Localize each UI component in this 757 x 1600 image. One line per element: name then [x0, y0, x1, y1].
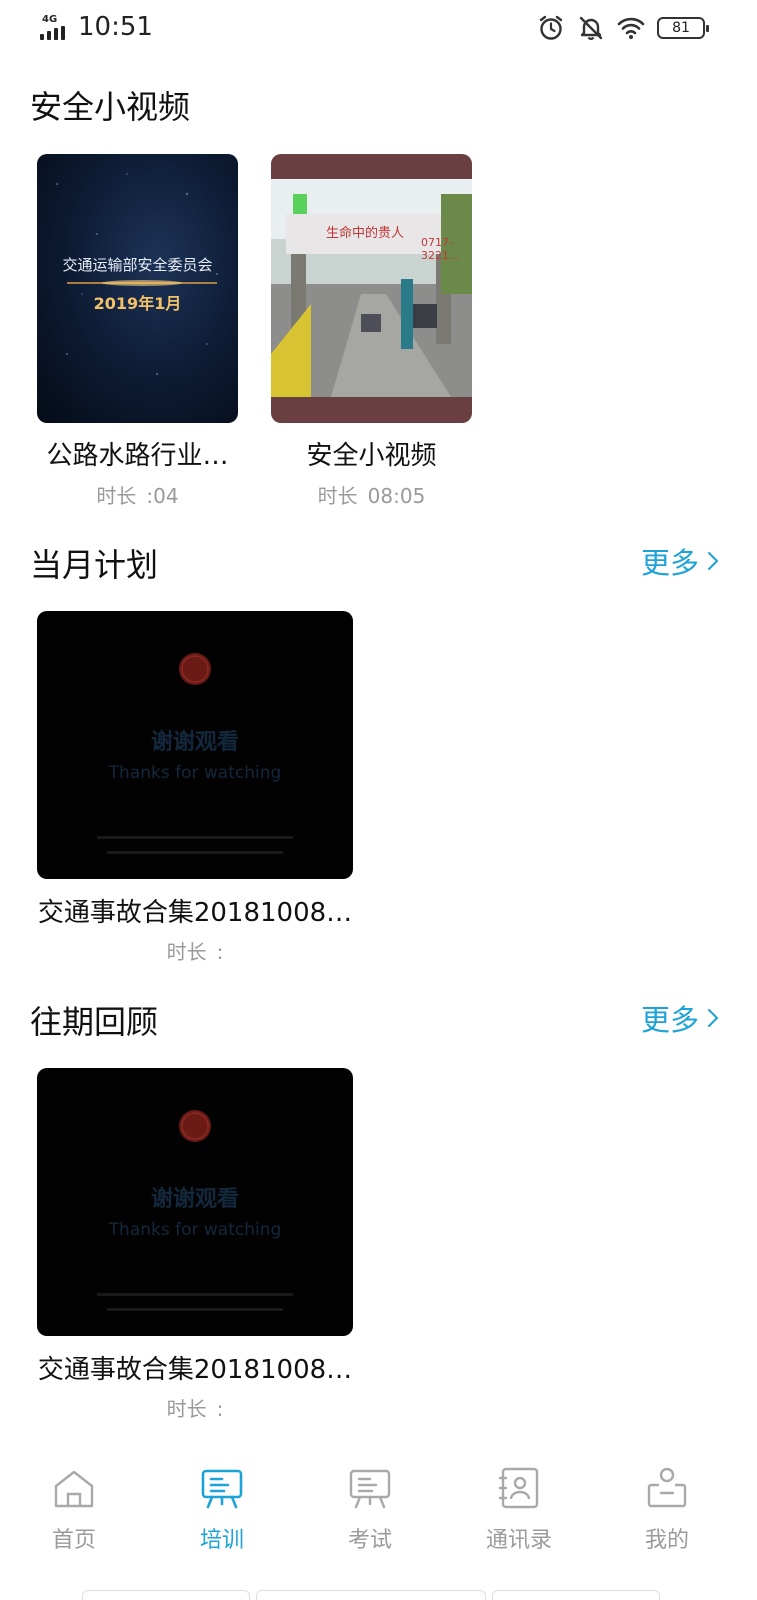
- nav-item-home[interactable]: 首页: [14, 1466, 134, 1554]
- video-thumbnail[interactable]: 生命中的贵人 0717-3221...: [271, 154, 472, 423]
- video-thumbnail-caption: 谢谢观看: [150, 730, 239, 755]
- exam-icon: [349, 1469, 391, 1509]
- video-thumbnail-date: 2019年1月: [93, 294, 182, 313]
- cellular-signal-icon: 4G: [40, 14, 72, 42]
- nav-label: 通讯录: [485, 1528, 552, 1553]
- more-label: 更多: [640, 546, 699, 580]
- video-thumbnail-caption: 谢谢观看: [150, 1187, 239, 1212]
- video-thumbnail[interactable]: 交通运输部安全委员会 2019年1月: [37, 154, 238, 423]
- system-bar-segment: [82, 1590, 250, 1600]
- nav-label: 首页: [51, 1528, 96, 1553]
- system-bar-segment: [492, 1590, 660, 1600]
- video-thumbnail-art: [56, 173, 218, 376]
- video-duration: 时长:04: [96, 484, 179, 508]
- status-bar: 4G 10:51 81: [0, 0, 757, 58]
- nav-item-profile[interactable]: 我的: [607, 1466, 727, 1554]
- home-icon: [54, 1470, 94, 1508]
- wifi-icon: [617, 17, 645, 39]
- video-duration: 时长:: [166, 1397, 224, 1421]
- more-link-monthly-plan[interactable]: 更多: [641, 540, 719, 582]
- video-thumbnail-subcaption: Thanks for watching: [108, 1220, 282, 1240]
- training-icon: [201, 1469, 243, 1509]
- battery-indicator: 81: [657, 17, 709, 39]
- video-thumbnail-caption: 生命中的贵人: [326, 226, 405, 241]
- video-title[interactable]: 公路水路行业…: [37, 435, 238, 472]
- video-thumbnail-art: [271, 179, 472, 397]
- nav-item-training[interactable]: 培训: [162, 1466, 282, 1554]
- section-title-monthly-plan: 当月计划: [30, 546, 159, 584]
- bell-off-icon: [579, 16, 603, 40]
- section-title-past-review: 往期回顾: [30, 1003, 159, 1041]
- video-thumbnail-caption: 交通运输部安全委员会: [62, 256, 213, 274]
- video-duration: 时长:: [166, 940, 224, 964]
- chevron-right-icon: [708, 552, 718, 570]
- video-duration: 时长 08:05: [317, 484, 426, 508]
- contacts-icon: [498, 1467, 539, 1509]
- video-thumbnail[interactable]: 谢谢观看 Thanks for watching: [37, 611, 353, 879]
- video-thumbnail-subcaption: Thanks for watching: [108, 763, 282, 783]
- nav-label: 考试: [347, 1528, 392, 1553]
- nav-item-contacts[interactable]: 通讯录: [459, 1466, 579, 1554]
- video-thumbnail-phone: 0717-3221...: [421, 236, 460, 262]
- video-title[interactable]: 交通事故合集20181008…: [37, 1349, 353, 1386]
- nav-label: 我的: [644, 1528, 689, 1553]
- profile-icon: [647, 1467, 687, 1508]
- video-title[interactable]: 交通事故合集20181008…: [37, 892, 353, 929]
- status-time: 10:51: [78, 12, 153, 42]
- chevron-right-icon: [708, 1009, 718, 1027]
- more-link-past-review[interactable]: 更多: [641, 997, 719, 1039]
- video-thumbnail[interactable]: 谢谢观看 Thanks for watching: [37, 1068, 353, 1336]
- nav-label: 培训: [199, 1528, 244, 1553]
- network-type: 4G: [42, 14, 58, 25]
- nav-item-exam[interactable]: 考试: [310, 1466, 430, 1554]
- section-title-safety-videos: 安全小视频: [30, 88, 191, 126]
- bottom-nav: 首页 培训 考试 通讯录 我的: [0, 1452, 757, 1600]
- more-label: 更多: [640, 1003, 699, 1037]
- video-title[interactable]: 安全小视频: [271, 435, 472, 472]
- alarm-icon: [539, 15, 563, 40]
- system-bar-segment: [256, 1590, 486, 1600]
